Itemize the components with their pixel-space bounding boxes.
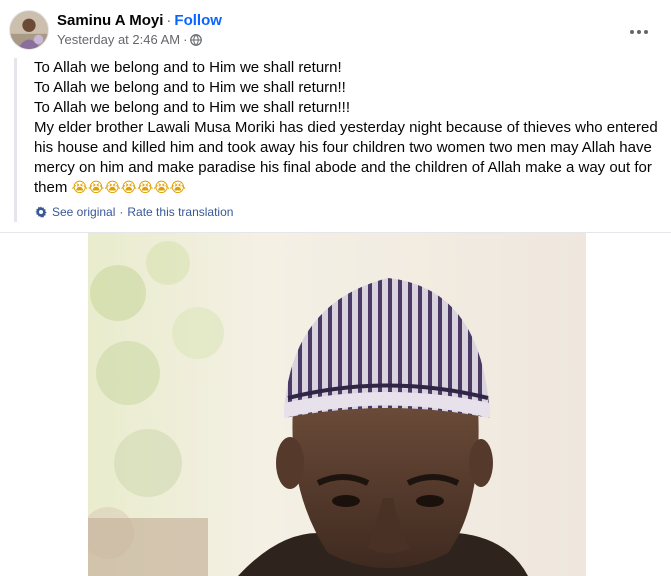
author-avatar[interactable] <box>9 10 49 50</box>
see-original-link[interactable]: See original <box>52 204 115 220</box>
post-header: Saminu A Moyi · Follow Yesterday at 2:46 A… <box>0 0 671 56</box>
gear-icon[interactable] <box>34 205 48 219</box>
more-horizontal-icon <box>630 30 634 34</box>
rate-translation-link[interactable]: Rate this translation <box>127 204 233 220</box>
more-dot <box>644 30 648 34</box>
portrait-image <box>88 233 586 576</box>
post-meta: Yesterday at 2:46 AM · <box>57 32 203 48</box>
post-line: To Allah we belong and to Him we shall r… <box>34 99 351 116</box>
translation-separator: · <box>119 205 124 219</box>
translation-bar: See original · Rate this translation <box>34 204 664 222</box>
post-photo[interactable] <box>88 233 586 576</box>
more-dot <box>637 30 641 34</box>
meta-separator: · <box>183 32 188 47</box>
more-options-button[interactable] <box>621 14 657 50</box>
author-separator: · <box>166 12 172 29</box>
avatar-image <box>10 11 48 49</box>
follow-button[interactable]: Follow <box>174 12 222 29</box>
post-line: To Allah we belong and to Him we shall r… <box>34 79 346 96</box>
post-text: To Allah we belong and to Him we shall r… <box>14 58 664 222</box>
post-paragraph: My elder brother Lawali Musa Moriki has … <box>34 118 664 198</box>
author-line: Saminu A Moyi · Follow <box>57 11 222 31</box>
globe-icon[interactable] <box>190 34 203 46</box>
crying-emojis: 😭😭😭😭😭😭😭 <box>71 180 187 196</box>
post-line: To Allah we belong and to Him we shall r… <box>34 59 342 76</box>
author-name[interactable]: Saminu A Moyi <box>57 12 163 29</box>
post-timestamp[interactable]: Yesterday at 2:46 AM <box>57 32 180 48</box>
